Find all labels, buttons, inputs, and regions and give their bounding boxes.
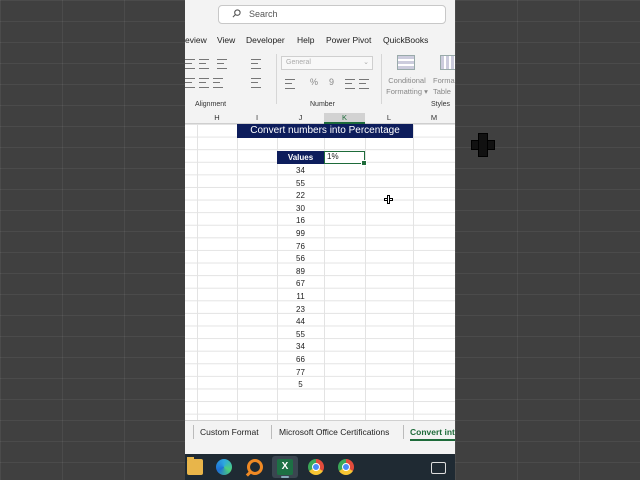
format-table-label-line1: Forma: [433, 76, 455, 85]
decrease-decimal-icon[interactable]: [359, 79, 369, 89]
value-cell[interactable]: 34: [277, 341, 324, 353]
menu-developer[interactable]: Developer: [246, 35, 285, 45]
accounting-format-icon[interactable]: [285, 79, 295, 89]
value-cell[interactable]: 30: [277, 203, 324, 215]
tab-convert-into-percentage[interactable]: Convert int: [410, 427, 455, 441]
title-bar: Search: [185, 0, 455, 30]
group-label-number: Number: [310, 101, 335, 108]
chevron-down-icon: ⌄: [363, 59, 369, 66]
tab-separator: [403, 425, 404, 439]
conditional-formatting-label-line2: Formatting ▾: [386, 87, 428, 96]
indent-icon[interactable]: [213, 78, 223, 88]
menu-review[interactable]: eview: [185, 35, 207, 45]
file-explorer-icon[interactable]: [187, 457, 203, 475]
value-cell[interactable]: 99: [277, 228, 324, 240]
news-widget-icon[interactable]: [431, 462, 446, 474]
percent-style-button[interactable]: %: [310, 77, 318, 87]
conditional-formatting-label-line1: Conditional: [388, 76, 426, 85]
column-header-k[interactable]: K: [324, 113, 365, 124]
value-cell[interactable]: 34: [277, 165, 324, 177]
ribbon-separator: [276, 54, 277, 104]
merge-center-icon[interactable]: [251, 78, 261, 88]
chrome-profile-icon[interactable]: [338, 459, 354, 475]
chrome-icon[interactable]: [308, 459, 324, 475]
search-input[interactable]: Search: [218, 5, 446, 24]
column-header-j[interactable]: J: [277, 113, 324, 122]
column-header-l[interactable]: L: [365, 113, 413, 122]
gridline: [324, 124, 325, 420]
ribbon: Alignment General ⌄ % 9 Number Condition…: [185, 50, 455, 113]
gridline: [413, 124, 414, 420]
background-spreadsheet-left: [0, 0, 185, 480]
sheet-tabs-bar: Custom Format Microsoft Office Certifica…: [185, 420, 455, 455]
align-left-icon[interactable]: [185, 78, 195, 88]
value-cell[interactable]: 16: [277, 215, 324, 227]
value-cell[interactable]: 76: [277, 241, 324, 253]
group-label-alignment: Alignment: [195, 101, 227, 108]
value-cell[interactable]: 22: [277, 190, 324, 202]
number-format-value: General: [286, 59, 311, 66]
cell-cursor-icon: [384, 195, 393, 204]
number-format-dropdown[interactable]: General ⌄: [281, 56, 373, 70]
value-cell[interactable]: 56: [277, 253, 324, 265]
column-headers: H I J K L M: [185, 112, 455, 124]
align-center-icon[interactable]: [199, 78, 209, 88]
large-crosshair-cursor-icon: [471, 133, 495, 157]
ribbon-separator: [381, 54, 382, 104]
format-as-table-button[interactable]: Forma Table: [433, 75, 455, 97]
windows-taskbar: X: [185, 454, 455, 480]
column-header-m[interactable]: M: [413, 113, 455, 122]
excel-window: Search eview View Developer Help Power P…: [185, 0, 455, 480]
value-cell[interactable]: 77: [277, 367, 324, 379]
wrap-text-icon[interactable]: [251, 59, 261, 69]
value-cell[interactable]: 23: [277, 304, 324, 316]
value-cell[interactable]: 55: [277, 178, 324, 190]
search-icon: [232, 9, 241, 18]
menu-power-pivot[interactable]: Power Pivot: [326, 35, 371, 45]
tab-separator: [271, 425, 272, 439]
ribbon-tabs: eview View Developer Help Power Pivot Qu…: [185, 30, 455, 50]
tab-microsoft-office-certifications[interactable]: Microsoft Office Certifications: [279, 427, 389, 437]
align-top-icon[interactable]: [185, 59, 195, 69]
group-label-styles: Styles: [431, 101, 451, 108]
format-table-label-line2: Table: [433, 87, 451, 96]
values-header-cell[interactable]: Values: [277, 151, 324, 164]
menu-view[interactable]: View: [217, 35, 235, 45]
conditional-formatting-icon[interactable]: [397, 55, 415, 70]
align-middle-icon[interactable]: [199, 59, 209, 69]
search-app-icon[interactable]: [247, 459, 263, 475]
gridline: [365, 124, 366, 420]
excel-icon[interactable]: X: [277, 459, 293, 475]
increase-decimal-icon[interactable]: [345, 79, 355, 89]
column-header-h[interactable]: H: [197, 113, 237, 122]
value-cell[interactable]: 67: [277, 278, 324, 290]
tab-separator: [193, 425, 194, 439]
active-cell-k[interactable]: 1%: [324, 151, 367, 166]
value-cell[interactable]: 55: [277, 329, 324, 341]
orientation-icon[interactable]: [217, 59, 227, 69]
comma-style-button[interactable]: 9: [329, 77, 334, 87]
value-cell[interactable]: 44: [277, 316, 324, 328]
edge-icon[interactable]: [216, 459, 232, 475]
tab-custom-format[interactable]: Custom Format: [200, 427, 259, 437]
background-spreadsheet-right: [455, 0, 640, 480]
value-cell[interactable]: 66: [277, 354, 324, 366]
menu-quickbooks[interactable]: QuickBooks: [383, 35, 428, 45]
value-cell[interactable]: 11: [277, 291, 324, 303]
column-header-i[interactable]: I: [237, 113, 277, 122]
menu-help[interactable]: Help: [297, 35, 314, 45]
value-cell[interactable]: 89: [277, 266, 324, 278]
search-placeholder: Search: [249, 9, 278, 19]
format-as-table-icon[interactable]: [440, 55, 455, 70]
gridline: [237, 124, 238, 420]
sheet-title-cell[interactable]: Convert numbers into Percentage: [237, 124, 413, 138]
gridline: [197, 124, 198, 420]
value-cell[interactable]: 5: [277, 379, 324, 391]
conditional-formatting-button[interactable]: Conditional Formatting ▾: [385, 75, 429, 97]
